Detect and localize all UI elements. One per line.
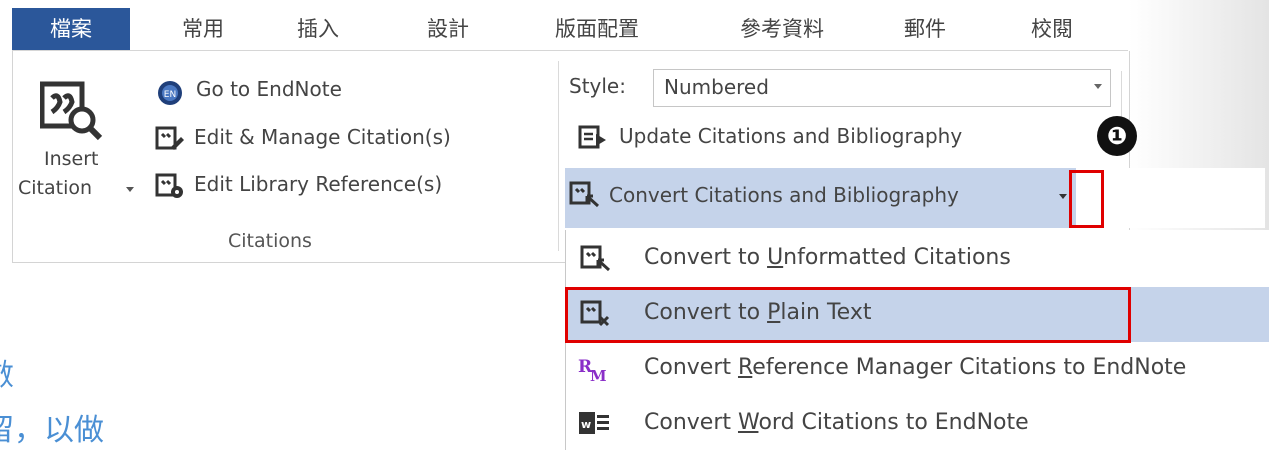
dropdown-highlight-box <box>1069 170 1104 228</box>
edit-citation-icon <box>155 126 184 150</box>
chevron-down-icon[interactable] <box>1059 194 1067 199</box>
slide-text-line-1: 數 <box>0 350 14 394</box>
menu-item-ref-manager[interactable]: R M Convert Reference Manager Citations … <box>566 342 1269 397</box>
menu-item-word-citations[interactable]: w Convert Word Citations to EndNote <box>566 397 1269 452</box>
tab-file[interactable]: 檔案 <box>12 8 130 50</box>
reference-manager-icon: R M <box>578 357 607 384</box>
style-select[interactable]: Numbered <box>653 69 1111 107</box>
insert-citation-icon <box>40 81 103 141</box>
menu-label: Convert Reference Manager Citations to E… <box>644 355 1187 380</box>
edit-library-label: Edit Library Reference(s) <box>194 172 443 196</box>
update-citation-icon <box>578 125 606 149</box>
insert-label: Insert <box>44 148 99 170</box>
tab-home[interactable]: 常用 <box>148 8 258 50</box>
tab-design[interactable]: 設計 <box>398 8 498 50</box>
group-separator <box>558 61 559 251</box>
library-gear-icon <box>155 173 183 198</box>
svg-text:M: M <box>590 367 607 384</box>
menu-label: Convert Word Citations to EndNote <box>644 410 1029 435</box>
endnote-logo-icon: EN <box>158 81 182 105</box>
menu-label: Convert to Unformatted Citations <box>644 245 1011 270</box>
style-label: Style: <box>569 74 626 98</box>
word-icon: w <box>579 412 609 434</box>
plain-text-highlight-box <box>565 287 1131 343</box>
edit-manage-label: Edit & Manage Citation(s) <box>194 125 451 149</box>
convert-citations-label: Convert Citations and Bibliography <box>609 183 959 207</box>
svg-text:w: w <box>581 418 591 431</box>
svg-text:EN: EN <box>164 90 176 100</box>
citation-label: Citation <box>18 177 93 199</box>
tab-insert[interactable]: 插入 <box>268 8 368 50</box>
tab-mailings[interactable]: 郵件 <box>880 8 970 50</box>
ribbon-tabs: 檔案 常用 插入 設計 版面配置 參考資料 郵件 校閱 <box>12 8 1128 51</box>
tab-review[interactable]: 校閱 <box>1002 8 1102 50</box>
slide-text-line-2: 留，以做 <box>0 413 104 448</box>
go-to-endnote-label: Go to EndNote <box>196 77 342 101</box>
update-citations-label: Update Citations and Bibliography <box>619 124 963 148</box>
tab-references[interactable]: 參考資料 <box>712 8 852 50</box>
chevron-down-icon <box>1094 84 1102 89</box>
menu-item-unformatted[interactable]: Convert to Unformatted Citations <box>566 232 1269 287</box>
step-marker-badge: ❶ <box>1097 116 1137 156</box>
dropdown-gap <box>1076 168 1265 228</box>
style-value: Numbered <box>664 75 769 99</box>
tab-layout[interactable]: 版面配置 <box>532 8 662 50</box>
citations-group-label: Citations <box>228 230 312 252</box>
chevron-down-icon <box>126 187 134 192</box>
convert-citation-icon <box>569 181 600 208</box>
unformatted-citation-icon <box>580 245 611 272</box>
